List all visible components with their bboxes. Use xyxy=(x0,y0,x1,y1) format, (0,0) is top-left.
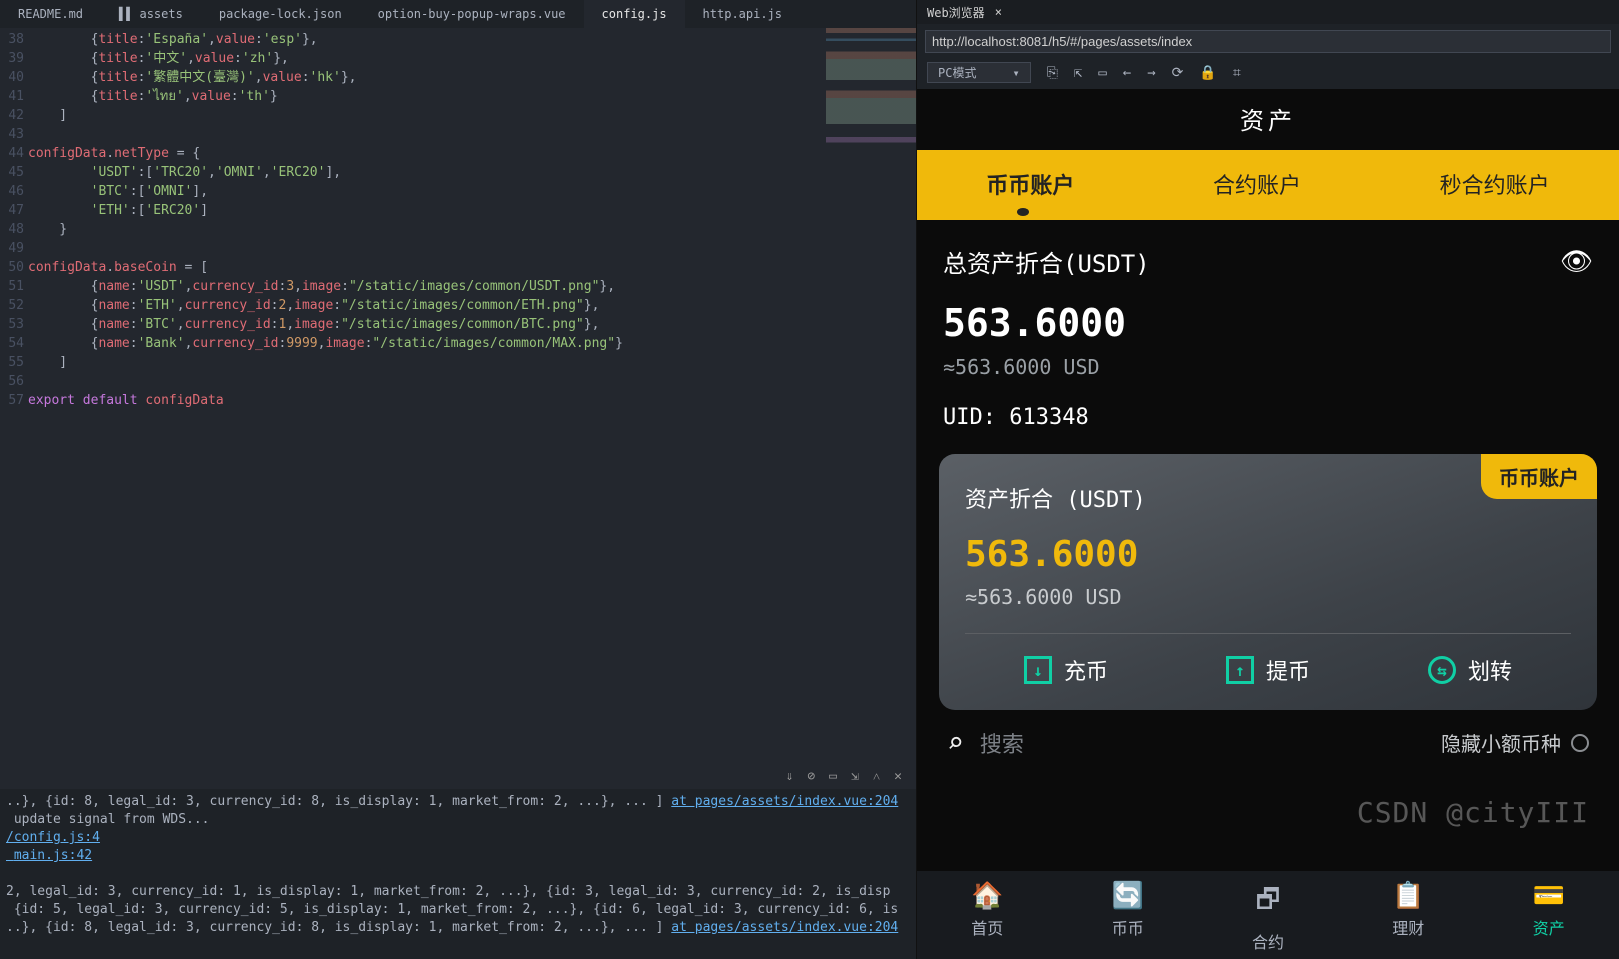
line-gutter: 38 39 40 41 42 43 44 45 46 47 48 49 50 5… xyxy=(0,28,24,765)
action-withdraw-label: 提币 xyxy=(1266,654,1310,686)
term-collapse-icon[interactable]: ˄ xyxy=(873,769,880,785)
home-icon: 🏠 xyxy=(971,881,1003,911)
card-sub: ≈563.6000 USD xyxy=(965,585,1571,609)
tab-assets[interactable]: ▌▌ assets xyxy=(101,0,201,28)
account-card: 币币账户 资产折合 (USDT) 563.6000 ≈563.6000 USD … xyxy=(939,454,1597,710)
tool-newwin-icon[interactable]: ⎘ xyxy=(1047,65,1058,81)
card-label: 资产折合 (USDT) xyxy=(965,482,1571,514)
search-box[interactable]: ⌕ 搜索 xyxy=(947,726,1024,759)
tab-seconds[interactable]: 秒合约账户 xyxy=(1440,168,1550,200)
action-deposit-label: 充币 xyxy=(1064,654,1108,686)
tool-launch-icon[interactable]: ⇱ xyxy=(1074,65,1082,81)
nav-contract-label: 合约 xyxy=(1252,929,1284,953)
nav-spot-label: 币币 xyxy=(1112,915,1144,939)
term-download-icon[interactable]: ⇓ xyxy=(786,769,794,785)
action-deposit[interactable]: ↓ 充币 xyxy=(1024,654,1108,686)
hide-small-label: 隐藏小额币种 xyxy=(1441,728,1561,757)
browser-panel-tab: Web浏览器 × xyxy=(917,0,1619,24)
term-close-icon[interactable]: ✕ xyxy=(894,769,902,785)
exchange-icon: 🔄 xyxy=(1112,881,1144,911)
search-placeholder: 搜索 xyxy=(980,727,1024,759)
browser-mode-select[interactable]: PC模式 ▾ xyxy=(927,62,1031,83)
hide-small-toggle[interactable]: 隐藏小额币种 xyxy=(1441,728,1589,757)
nav-home-label: 首页 xyxy=(971,915,1003,939)
tab-config[interactable]: config.js xyxy=(584,0,685,28)
browser-panel-title: Web浏览器 xyxy=(927,4,985,21)
nav-finance[interactable]: 📋 理财 xyxy=(1392,881,1424,953)
editor-tab-bar: README.md ▌▌ assets package-lock.json opt… xyxy=(0,0,916,28)
deposit-icon: ↓ xyxy=(1024,656,1052,684)
asset-tabs: 币币账户 合约账户 秒合约账户 xyxy=(917,150,1619,220)
page-title: 资产 xyxy=(917,89,1619,150)
tab-readme[interactable]: README.md xyxy=(0,0,101,28)
doc-icon: 📋 xyxy=(1392,881,1424,911)
tab-spot[interactable]: 币币账户 xyxy=(986,168,1074,200)
term-panel-icon[interactable]: ▭ xyxy=(829,769,837,785)
tool-panel-icon[interactable]: ▭ xyxy=(1098,65,1106,81)
nav-contract[interactable]: 🗗 合约 xyxy=(1252,881,1284,953)
browser-panel-close-icon[interactable]: × xyxy=(995,5,1002,19)
card-badge: 币币账户 xyxy=(1481,454,1597,499)
withdraw-icon: ↑ xyxy=(1226,656,1254,684)
chevron-down-icon: ▾ xyxy=(1012,66,1019,80)
folder-icon: ▌▌ xyxy=(119,7,133,21)
transfer-icon: ⇆ xyxy=(1428,656,1456,684)
nav-finance-label: 理财 xyxy=(1392,915,1424,939)
card-value: 563.6000 xyxy=(965,534,1571,575)
nav-forward-icon[interactable]: → xyxy=(1147,65,1155,81)
bottom-nav: 🏠 首页 🔄 币币 🗗 合约 📋 理财 💳 资产 xyxy=(917,871,1619,959)
lock-icon[interactable]: 🔒 xyxy=(1199,65,1216,81)
action-transfer[interactable]: ⇆ 划转 xyxy=(1428,654,1512,686)
minimap[interactable] xyxy=(826,28,916,288)
action-transfer-label: 划转 xyxy=(1468,654,1512,686)
total-assets-label: 总资产折合(USDT) xyxy=(943,244,1150,279)
term-popout-icon[interactable]: ⇲ xyxy=(851,769,859,785)
browser-mode-label: PC模式 xyxy=(938,64,976,81)
nav-assets[interactable]: 💳 资产 xyxy=(1533,881,1565,953)
nav-spot[interactable]: 🔄 币币 xyxy=(1112,881,1144,953)
terminal[interactable]: ..}, {id: 8, legal_id: 3, currency_id: 8… xyxy=(0,789,916,959)
nav-home[interactable]: 🏠 首页 xyxy=(971,881,1003,953)
nav-assets-label: 资产 xyxy=(1533,915,1565,939)
total-assets-value: 563.6000 xyxy=(943,301,1593,345)
search-icon: ⌕ xyxy=(947,726,964,759)
nav-reload-icon[interactable]: ⟳ xyxy=(1172,65,1184,81)
wallet-icon: 💳 xyxy=(1533,881,1565,911)
terminal-controls: ⇓ ⊘ ▭ ⇲ ˄ ✕ xyxy=(0,765,916,789)
tab-packagelock[interactable]: package-lock.json xyxy=(201,0,360,28)
uid-label: UID: 613348 xyxy=(943,405,1593,430)
nav-back-icon[interactable]: ← xyxy=(1123,65,1131,81)
url-bar xyxy=(925,30,1611,53)
action-withdraw[interactable]: ↑ 提币 xyxy=(1226,654,1310,686)
term-clear-icon[interactable]: ⊘ xyxy=(807,769,815,785)
tab-contract[interactable]: 合约账户 xyxy=(1213,168,1301,200)
tab-httpapi[interactable]: http.api.js xyxy=(685,0,800,28)
total-assets-sub: ≈563.6000 USD xyxy=(943,355,1593,379)
eye-icon[interactable]: 👁 xyxy=(1560,247,1593,277)
code-editor[interactable]: 38 39 40 41 42 43 44 45 46 47 48 49 50 5… xyxy=(0,28,916,765)
contract-icon: 🗗 xyxy=(1256,881,1280,925)
tab-assets-label: assets xyxy=(139,7,182,21)
qr-icon[interactable]: ⌗ xyxy=(1233,65,1241,81)
code-body[interactable]: {title:'España',value:'esp'}, {title:'中文… xyxy=(24,28,916,765)
device-frame: 资产 币币账户 合约账户 秒合约账户 总资产折合(USDT) 👁 563.600… xyxy=(917,89,1619,959)
browser-toolbar: PC模式 ▾ ⎘ ⇱ ▭ ← → ⟳ 🔒 ⌗ xyxy=(917,59,1619,89)
tab-optionbuy[interactable]: option-buy-popup-wraps.vue xyxy=(360,0,584,28)
tab-indicator xyxy=(1017,208,1029,216)
url-input[interactable] xyxy=(925,30,1611,53)
radio-icon xyxy=(1571,734,1589,752)
